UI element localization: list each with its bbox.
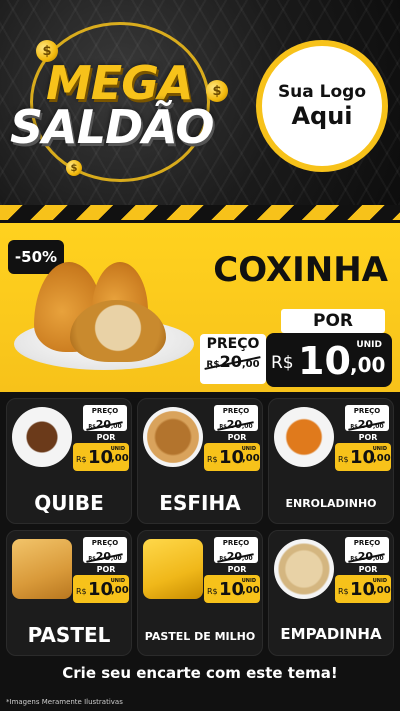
featured-price: UNID R$ 10 ,00 [266,333,392,387]
product-name: PASTEL DE MILHO [144,630,256,643]
por-label: POR [358,433,378,442]
product-name: ENROLADINHO [285,497,377,510]
unit-label: UNID [356,340,382,350]
product-card-esfiha[interactable]: PREÇO R$20,00 POR UNID R$ 10 ,00 ESFIHA [137,398,263,524]
enroladinho-food-image [274,407,334,467]
pastel-de-milho-food-image [143,539,203,599]
old-price-box: PREÇO R$20,00 [200,334,266,384]
logo-text-line-2: Aqui [291,102,353,130]
product-name: QUIBE [34,491,104,515]
product-name: EMPADINHA [280,625,382,643]
header-banner: $ $ $ MEGA SALDÃO Sua Logo Aqui [0,0,400,205]
price-tag: UNID R$ 10 ,00 [335,443,391,471]
price-cents: ,00 [350,353,386,377]
price-whole: 10 [298,339,351,383]
old-price-box: PREÇO R$20,00 [83,537,127,563]
price-tag: UNID R$ 10 ,00 [73,443,129,471]
product-card-empadinha[interactable]: PREÇO R$20,00 POR UNID R$ 10 ,00 EMPADIN… [268,530,394,656]
esfiha-food-image [143,407,203,467]
coin-icon: $ [206,80,228,102]
old-price: R$20,00 [206,352,260,371]
por-label: POR [358,565,378,574]
product-name: ESFIHA [159,491,241,515]
price-tag: UNID R$ 10 ,00 [204,443,260,471]
old-price-box: PREÇO R$20,00 [214,537,258,563]
price-tag: UNID R$ 10 ,00 [204,575,260,603]
old-price-box: PREÇO R$20,00 [345,405,389,431]
coin-icon: $ [66,160,82,176]
disclaimer: *Imagens Meramente Ilustrativas [6,698,123,706]
logo-placeholder[interactable]: Sua Logo Aqui [256,40,388,172]
por-label: POR [227,565,247,574]
empadinha-food-image [274,539,334,599]
por-label: POR [96,433,116,442]
price-tag: UNID R$ 10 ,00 [73,575,129,603]
old-price-box: PREÇO R$20,00 [83,405,127,431]
product-card-pastel-de-milho[interactable]: PREÇO R$20,00 POR UNID R$ 10 ,00 PASTEL … [137,530,263,656]
product-name: PASTEL [27,623,111,647]
logo-text-line-1: Sua Logo [277,82,367,102]
old-price-box: PREÇO R$20,00 [345,537,389,563]
quibe-food-image [12,407,72,467]
pastel-food-image [12,539,72,599]
por-label: POR [96,565,116,574]
product-card-quibe[interactable]: PREÇO R$20,00 POR UNID R$ 10 ,00 QUIBE [6,398,132,524]
featured-product-name: COXINHA [213,250,388,290]
por-label: POR [281,309,385,333]
headline-saldao: SALDÃO [10,100,215,154]
footer-cta[interactable]: Crie seu encarte com este tema! [0,664,400,682]
old-price-box: PREÇO R$20,00 [214,405,258,431]
product-card-enroladinho[interactable]: PREÇO R$20,00 POR UNID R$ 10 ,00 ENROLAD… [268,398,394,524]
price-tag: UNID R$ 10 ,00 [335,575,391,603]
currency: R$ [271,353,294,373]
product-card-pastel[interactable]: PREÇO R$20,00 POR UNID R$ 10 ,00 PASTEL [6,530,132,656]
por-label: POR [227,433,247,442]
preco-label: PREÇO [206,336,260,352]
